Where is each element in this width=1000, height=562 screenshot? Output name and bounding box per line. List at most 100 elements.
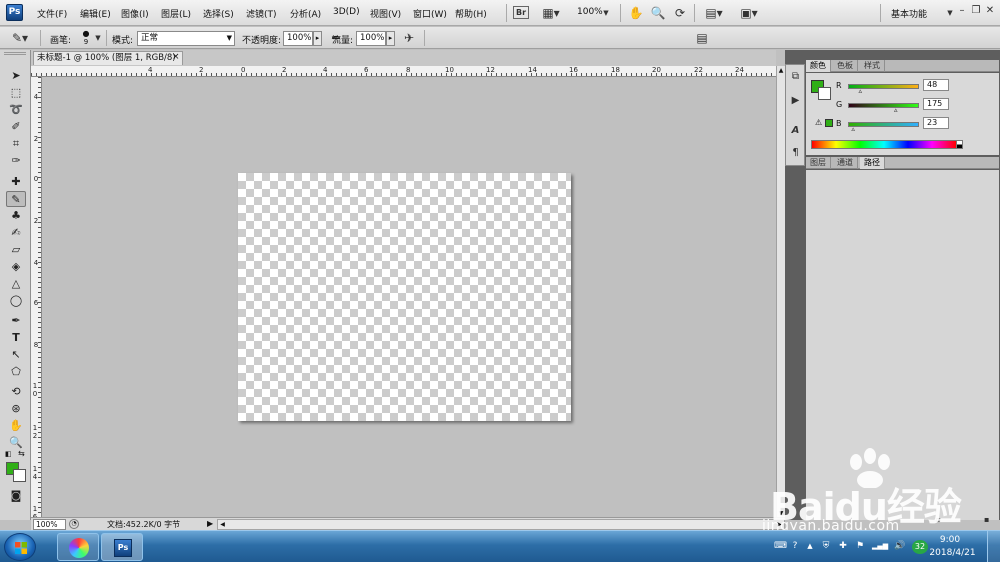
channel-b-value[interactable]: 23 [923,117,949,129]
menu-image[interactable]: 图像(I) [121,7,149,20]
menu-layer[interactable]: 图层(L) [161,7,191,20]
horizontal-scrollbar[interactable]: ◀ ▶ [217,519,785,530]
clone-stamp-icon[interactable]: ♣ [6,208,26,224]
clock-time[interactable]: 9:00 [930,535,970,545]
clock-date[interactable]: 2018/4/21 [925,548,980,558]
3d-orbit-icon[interactable]: ⊛ [6,401,26,417]
zoom-level-dropdown[interactable]: 100% [577,7,603,17]
minimize-icon[interactable]: – [955,4,969,18]
menu-help[interactable]: 帮助(H) [455,7,487,20]
menu-window[interactable]: 窗口(W) [413,7,447,20]
history-icon[interactable]: ⧉ [788,69,803,84]
tab-styles[interactable]: 样式 [860,60,885,72]
flow-input[interactable]: 100% [356,31,386,46]
tray-expand-icon[interactable]: ▲ [804,540,816,552]
marquee-icon[interactable]: ⬚ [6,85,26,101]
black-white-ramp[interactable] [956,140,963,149]
default-colors-icon[interactable]: ◧ [5,450,12,458]
scroll-left-icon[interactable]: ◀ [218,520,227,529]
dodge-icon[interactable]: ◯ [6,293,26,309]
quick-select-icon[interactable]: ✐ [6,119,26,135]
menu-select[interactable]: 选择(S) [203,7,234,20]
security-app-icon[interactable]: ✚ [837,540,849,552]
move-icon[interactable]: ➤ [6,68,26,84]
channel-g-value[interactable]: 175 [923,98,949,110]
airbrush-icon[interactable]: ✈ [400,29,418,47]
opacity-slider-button[interactable]: ▸ [313,31,322,46]
network-icon[interactable]: ▂▄▆ [872,540,888,552]
flow-slider-button[interactable]: ▸ [386,31,395,46]
tab-paths[interactable]: 路径 [860,157,885,169]
chevron-down-icon[interactable]: ▼ [602,4,610,22]
channel-b-thumb[interactable]: ▵ [851,126,857,133]
brushes-panel-icon[interactable]: ▤ [694,29,710,47]
zoom-input[interactable]: 100% [33,519,66,530]
show-desktop-button[interactable] [987,531,1000,562]
pen-icon[interactable]: ✒ [6,313,26,329]
workspace-switcher[interactable]: 基本功能 [891,7,927,20]
keyboard-icon[interactable]: ⌨ [774,540,787,552]
view-extras-icon[interactable]: ▦▾ [540,4,562,22]
character-icon[interactable]: A [788,123,803,138]
rotate-view-icon[interactable]: ⟳ [672,4,688,22]
channel-g-thumb[interactable]: ▵ [894,107,900,114]
volume-icon[interactable]: 🔊 [894,540,906,552]
gamut-swatch[interactable] [825,119,833,127]
paint-bucket-icon[interactable]: ◈ [6,259,26,275]
menu-file[interactable]: 文件(F) [37,7,67,20]
menu-edit[interactable]: 编辑(E) [80,7,111,20]
channel-r-thumb[interactable]: ▵ [858,88,864,95]
brush-icon[interactable]: ✎ [6,191,26,207]
menu-view[interactable]: 视图(V) [370,7,401,20]
channel-b-slider[interactable] [848,122,919,127]
tab-channels[interactable]: 通道 [833,157,858,169]
menu-analysis[interactable]: 分析(A) [290,7,321,20]
background-color-swatch[interactable] [13,469,26,482]
restore-icon[interactable]: ❐ [969,4,983,18]
eyedropper-icon[interactable]: ✑ [6,153,26,169]
help-icon[interactable]: ? [789,540,801,552]
mode-select[interactable]: 正常 ▼ [137,31,235,46]
close-tab-icon[interactable]: × [172,51,180,64]
color-spectrum-bar[interactable] [811,140,957,149]
spot-heal-icon[interactable]: ✚ [6,174,26,190]
lasso-icon[interactable]: ➰ [6,102,26,118]
tab-swatches[interactable]: 色板 [833,60,858,72]
hand-icon[interactable]: ✋ [628,4,644,22]
channel-g-slider[interactable] [848,103,919,108]
arrange-documents-icon[interactable]: ▤▾ [703,4,725,22]
eraser-icon[interactable]: ▱ [6,242,26,258]
type-icon[interactable]: T [6,330,26,346]
close-icon[interactable]: ✕ [983,4,997,18]
channel-r-value[interactable]: 48 [923,79,949,91]
menu-3d[interactable]: 3D(D) [333,7,360,17]
start-button[interactable] [4,533,36,561]
scroll-up-icon[interactable]: ▲ [777,66,785,75]
screen-mode-icon[interactable]: ▣▾ [738,4,760,22]
hand-icon[interactable]: ✋ [6,418,26,434]
opacity-input[interactable]: 100% [283,31,313,46]
taskbar-app-colorful[interactable] [57,533,99,561]
chevron-down-icon[interactable]: ▼ [946,4,954,22]
chevron-down-icon[interactable]: ▼ [94,29,102,47]
swap-colors-icon[interactable]: ⇆ [18,449,25,458]
tab-layers[interactable]: 图层 [806,157,831,169]
actions-icon[interactable]: ▶ [788,93,803,108]
tool-preset-picker[interactable]: ✎▾ [8,29,32,47]
bridge-button[interactable]: Br [513,6,529,19]
blur-icon[interactable]: △ [6,276,26,292]
vertical-ruler[interactable]: 4 2 0 2 4 6 8 1 0 1 2 1 4 1 6 [31,77,42,517]
status-menu-arrow-icon[interactable]: ▶ [207,519,213,528]
status-icon[interactable]: ◔ [69,519,79,529]
document-canvas[interactable] [238,173,571,421]
zoom-icon[interactable]: 🔍 [650,4,666,22]
document-tab[interactable]: 未标题-1 @ 100% (图层 1, RGB/8) [33,51,183,65]
shape-icon[interactable]: ⬠ [6,364,26,380]
paragraph-icon[interactable]: ¶ [788,145,803,160]
taskbar-photoshop[interactable]: Ps [101,533,143,561]
shield-icon[interactable]: ⛨ [820,540,832,552]
horizontal-ruler[interactable]: 4 2 0 2 4 6 8 10 12 14 16 18 20 22 24 [31,66,776,77]
crop-icon[interactable]: ⌗ [6,136,26,152]
panel-background-swatch[interactable] [818,87,831,100]
history-brush-icon[interactable]: ✍ [6,225,26,241]
